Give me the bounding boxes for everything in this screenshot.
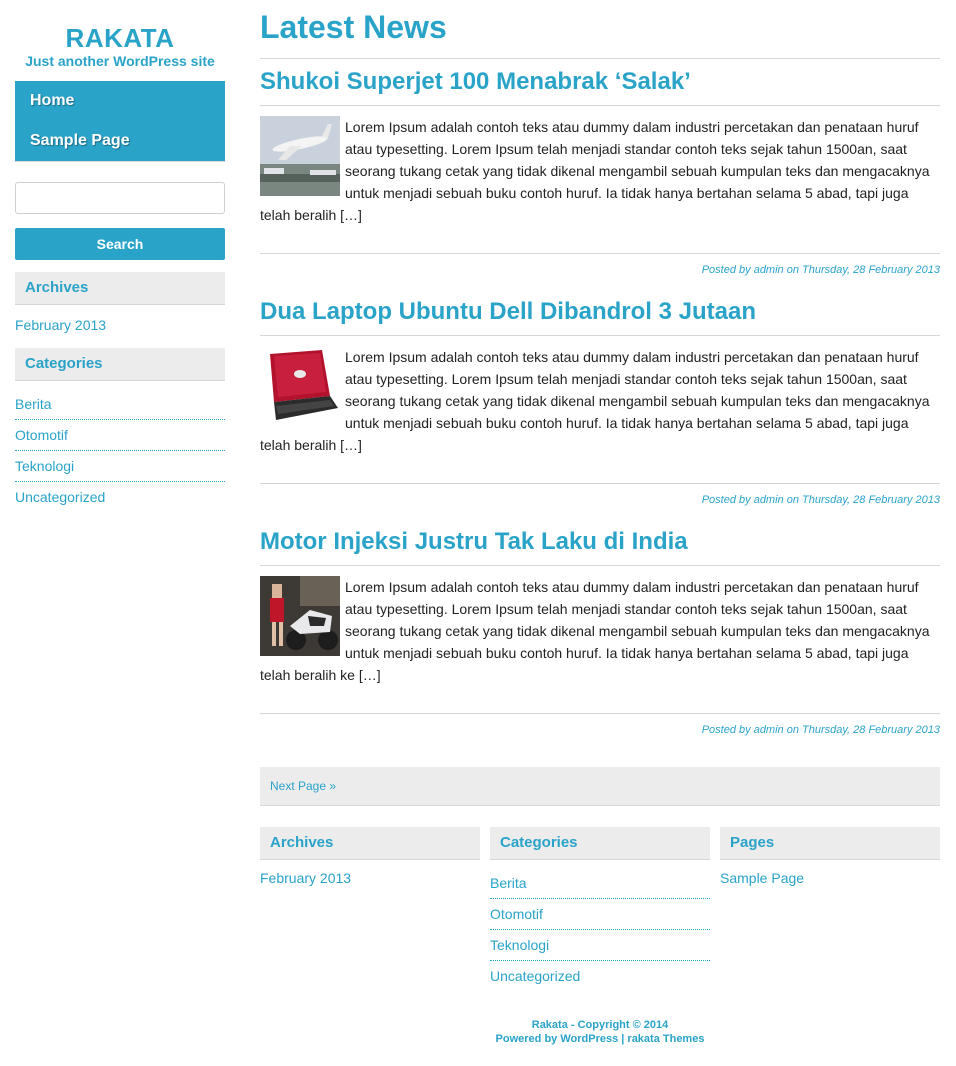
footer-archives-title: Archives <box>260 827 480 860</box>
powered-by-text[interactable]: Powered by WordPress | rakata Themes <box>260 1032 940 1046</box>
archive-link-february-2013[interactable]: February 2013 <box>260 870 480 886</box>
main-menu: Home Sample Page <box>15 81 225 162</box>
copyright-text: Rakata - Copyright © 2014 <box>531 1019 669 1031</box>
footer-credits: Rakata - Copyright © 2014 Powered by Wor… <box>260 1018 940 1046</box>
airplane-image[interactable] <box>260 116 340 196</box>
post-title-link[interactable]: Shukoi Superjet 100 Menabrak ‘Salak’ <box>260 68 691 95</box>
post: Dua Laptop Ubuntu Dell Dibandrol 3 Jutaa… <box>260 289 940 507</box>
footer-categories-widget: Categories Berita Otomotif Teknologi Unc… <box>490 827 710 991</box>
sidebar: RAKATA Just another WordPress site Home … <box>15 0 225 512</box>
page-title: Latest News <box>260 9 447 45</box>
category-link-otomotif[interactable]: Otomotif <box>15 427 68 443</box>
archive-link-february-2013[interactable]: February 2013 <box>15 317 225 333</box>
pagination: Next Page » <box>260 767 940 806</box>
site-title[interactable]: RAKATA <box>15 24 225 52</box>
post: Motor Injeksi Justru Tak Laku di India L… <box>260 519 940 737</box>
site-tagline: Just another WordPress site <box>25 53 215 69</box>
menu-item-sample-page[interactable]: Sample Page <box>15 121 225 161</box>
footer-widgets: Archives February 2013 Categories Berita… <box>260 827 940 997</box>
category-link-berita[interactable]: Berita <box>490 875 527 891</box>
menu-item-home[interactable]: Home <box>15 81 225 121</box>
categories-list: Berita Otomotif Teknologi Uncategorized <box>490 868 710 991</box>
divider <box>260 713 940 714</box>
post-meta: Posted by admin on Thursday, 28 February… <box>701 494 940 506</box>
divider <box>260 253 940 254</box>
search-button[interactable]: Search <box>15 228 225 260</box>
laptop-image[interactable] <box>260 346 340 426</box>
category-link-berita[interactable]: Berita <box>15 396 52 412</box>
category-link-otomotif[interactable]: Otomotif <box>490 906 543 922</box>
page-link-sample-page[interactable]: Sample Page <box>720 870 940 886</box>
categories-widget-title: Categories <box>15 348 225 381</box>
divider <box>260 335 940 336</box>
footer-pages-widget: Pages Sample Page <box>720 827 940 886</box>
divider <box>260 565 940 566</box>
footer-archives-widget: Archives February 2013 <box>260 827 480 886</box>
post-meta: Posted by admin on Thursday, 28 February… <box>701 264 940 276</box>
divider <box>260 483 940 484</box>
post-excerpt: Lorem Ipsum adalah contoh teks atau dumm… <box>260 119 930 223</box>
archives-widget-title: Archives <box>15 272 225 305</box>
search-input[interactable] <box>15 182 225 214</box>
divider <box>260 105 940 106</box>
category-link-teknologi[interactable]: Teknologi <box>15 458 74 474</box>
footer-pages-title: Pages <box>720 827 940 860</box>
post-meta: Posted by admin on Thursday, 28 February… <box>701 724 940 736</box>
main-content: Latest News Shukoi Superjet 100 Menabrak… <box>260 0 940 737</box>
category-link-teknologi[interactable]: Teknologi <box>490 937 549 953</box>
post-excerpt: Lorem Ipsum adalah contoh teks atau dumm… <box>260 349 930 453</box>
footer-categories-title: Categories <box>490 827 710 860</box>
category-link-uncategorized[interactable]: Uncategorized <box>490 968 580 984</box>
categories-list: Berita Otomotif Teknologi Uncategorized <box>15 389 225 512</box>
post-title-link[interactable]: Dua Laptop Ubuntu Dell Dibandrol 3 Jutaa… <box>260 298 756 325</box>
post-title-link[interactable]: Motor Injeksi Justru Tak Laku di India <box>260 528 688 555</box>
next-page-link[interactable]: Next Page » <box>270 767 336 805</box>
motorcycle-image[interactable] <box>260 576 340 656</box>
post: Shukoi Superjet 100 Menabrak ‘Salak’ Lor… <box>260 59 940 277</box>
post-excerpt: Lorem Ipsum adalah contoh teks atau dumm… <box>260 579 930 683</box>
category-link-uncategorized[interactable]: Uncategorized <box>15 489 105 505</box>
